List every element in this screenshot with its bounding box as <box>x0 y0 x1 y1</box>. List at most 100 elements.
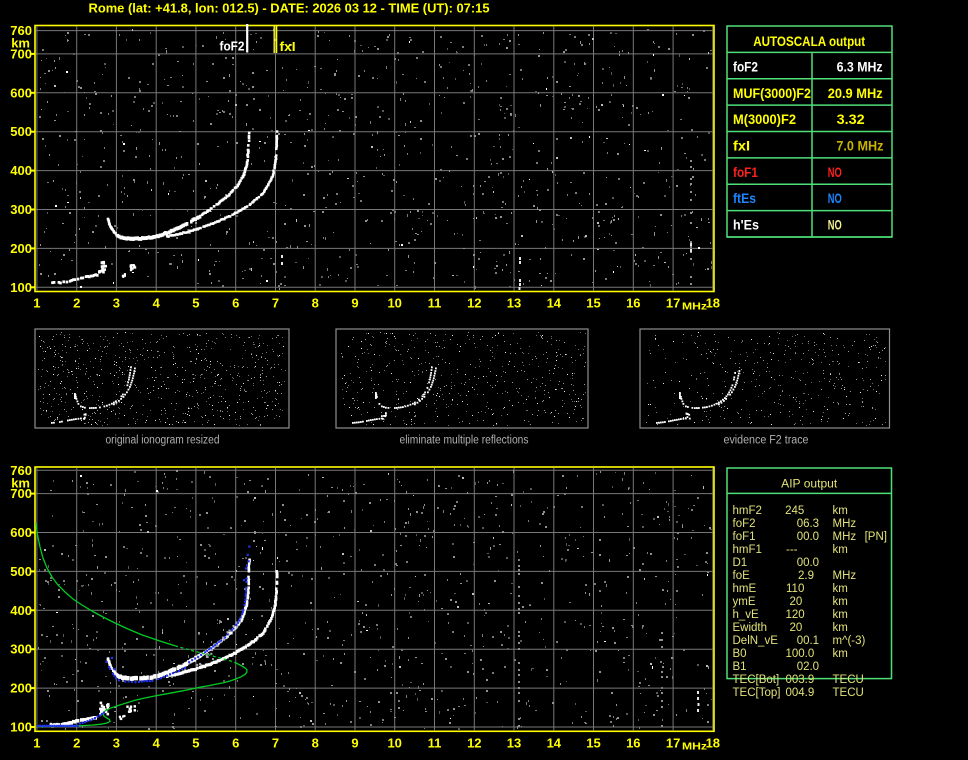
svg-text:MHz: MHz <box>682 301 707 313</box>
svg-text:13: 13 <box>507 736 521 751</box>
svg-text:km: km <box>833 544 848 556</box>
svg-text:TECU: TECU <box>833 674 864 686</box>
svg-text:2.9: 2.9 <box>798 570 814 582</box>
svg-text:14: 14 <box>547 296 562 311</box>
svg-text:9: 9 <box>351 736 358 751</box>
svg-text:MHz: MHz <box>833 531 857 543</box>
svg-text:400: 400 <box>10 603 32 618</box>
svg-text:NO: NO <box>828 165 842 180</box>
svg-text:06.3: 06.3 <box>797 518 819 530</box>
svg-text:original ionogram resized: original ionogram resized <box>106 435 220 447</box>
svg-text:ymE: ymE <box>733 596 756 608</box>
svg-text:B1: B1 <box>733 661 747 673</box>
svg-text:AUTOSCALA output: AUTOSCALA output <box>753 34 865 49</box>
svg-text:km: km <box>833 648 848 660</box>
svg-text:300: 300 <box>10 202 32 217</box>
svg-text:MUF(3000)F2: MUF(3000)F2 <box>733 86 811 101</box>
svg-text:4: 4 <box>153 736 161 751</box>
svg-text:TEC[Bot]: TEC[Bot] <box>733 674 780 686</box>
svg-text:11: 11 <box>428 296 442 311</box>
svg-text:8: 8 <box>312 296 319 311</box>
svg-text:5: 5 <box>192 296 199 311</box>
svg-text:20: 20 <box>790 596 803 608</box>
svg-text:600: 600 <box>10 525 32 540</box>
svg-text:foF2: foF2 <box>733 518 756 530</box>
svg-text:500: 500 <box>10 564 32 579</box>
svg-text:3.32: 3.32 <box>837 112 865 127</box>
svg-text:17: 17 <box>666 736 680 751</box>
svg-text:B0: B0 <box>733 648 747 660</box>
svg-text:[PN]: [PN] <box>865 531 887 543</box>
svg-text:20: 20 <box>790 622 803 634</box>
svg-text:foF1: foF1 <box>733 165 758 180</box>
svg-text:10: 10 <box>387 736 401 751</box>
svg-text:245: 245 <box>785 505 804 517</box>
svg-text:M(3000)F2: M(3000)F2 <box>733 112 796 127</box>
svg-text:NO: NO <box>828 191 842 206</box>
svg-text:4: 4 <box>153 296 161 311</box>
svg-text:02.0: 02.0 <box>797 661 819 673</box>
svg-text:ftEs: ftEs <box>733 191 756 206</box>
svg-text:MHz: MHz <box>682 741 707 753</box>
svg-text:fxI: fxI <box>733 139 750 154</box>
svg-text:TECU: TECU <box>833 687 864 699</box>
svg-text:003.9: 003.9 <box>786 674 815 686</box>
svg-text:20.9 MHz: 20.9 MHz <box>828 86 883 101</box>
svg-text:3: 3 <box>113 736 120 751</box>
svg-text:13: 13 <box>507 296 521 311</box>
svg-text:Ewidth: Ewidth <box>733 622 768 634</box>
svg-text:00.0: 00.0 <box>797 531 819 543</box>
svg-text:MHz: MHz <box>833 570 857 582</box>
svg-text:004.9: 004.9 <box>786 687 815 699</box>
svg-text:hmF1: hmF1 <box>733 544 762 556</box>
svg-text:300: 300 <box>10 642 32 657</box>
svg-text:7: 7 <box>272 736 279 751</box>
svg-text:500: 500 <box>10 124 32 139</box>
svg-text:400: 400 <box>10 163 32 178</box>
svg-text:1: 1 <box>33 296 40 311</box>
svg-text:6.3 MHz: 6.3 MHz <box>837 59 883 74</box>
svg-text:120: 120 <box>786 609 805 621</box>
svg-text:D1: D1 <box>733 557 748 569</box>
svg-text:6: 6 <box>232 296 239 311</box>
svg-text:DelN_vE: DelN_vE <box>733 635 779 647</box>
svg-text:9: 9 <box>351 296 358 311</box>
svg-text:foF2: foF2 <box>220 39 245 54</box>
svg-text:evidence F2 trace: evidence F2 trace <box>724 435 809 447</box>
svg-text:fxI: fxI <box>280 39 296 54</box>
svg-text:7: 7 <box>272 296 279 311</box>
svg-text:km: km <box>833 622 848 634</box>
svg-text:---: --- <box>786 544 798 556</box>
svg-text:110: 110 <box>786 583 804 595</box>
svg-text:NO: NO <box>828 218 842 233</box>
svg-text:km: km <box>833 505 848 517</box>
svg-text:foF1: foF1 <box>733 531 756 543</box>
svg-text:foF2: foF2 <box>733 59 758 74</box>
svg-text:Rome (lat: +41.8, lon: 012.5): Rome (lat: +41.8, lon: 012.5) - DATE: 20… <box>89 1 490 16</box>
svg-text:5: 5 <box>192 736 199 751</box>
svg-text:eliminate multiple reflections: eliminate multiple reflections <box>400 435 529 447</box>
svg-text:14: 14 <box>547 736 562 751</box>
svg-text:1: 1 <box>33 736 40 751</box>
svg-text:h_vE: h_vE <box>733 609 760 621</box>
svg-text:17: 17 <box>666 296 680 311</box>
svg-text:100.0: 100.0 <box>786 648 815 660</box>
svg-text:km: km <box>833 583 848 595</box>
svg-text:km: km <box>11 36 30 51</box>
svg-text:2: 2 <box>73 296 80 311</box>
svg-text:8: 8 <box>312 736 319 751</box>
svg-text:3: 3 <box>113 296 120 311</box>
svg-text:15: 15 <box>586 736 600 751</box>
svg-text:m^(-3): m^(-3) <box>833 635 866 647</box>
svg-text:hmF2: hmF2 <box>733 505 762 517</box>
svg-text:km: km <box>833 596 848 608</box>
svg-text:00.0: 00.0 <box>797 557 819 569</box>
svg-text:00.1: 00.1 <box>797 635 819 647</box>
svg-text:200: 200 <box>10 241 32 256</box>
svg-text:16: 16 <box>626 736 640 751</box>
svg-text:200: 200 <box>10 681 32 696</box>
svg-text:16: 16 <box>626 296 640 311</box>
svg-text:MHz: MHz <box>833 518 857 530</box>
svg-text:hmE: hmE <box>733 583 757 595</box>
svg-text:foE: foE <box>733 570 751 582</box>
